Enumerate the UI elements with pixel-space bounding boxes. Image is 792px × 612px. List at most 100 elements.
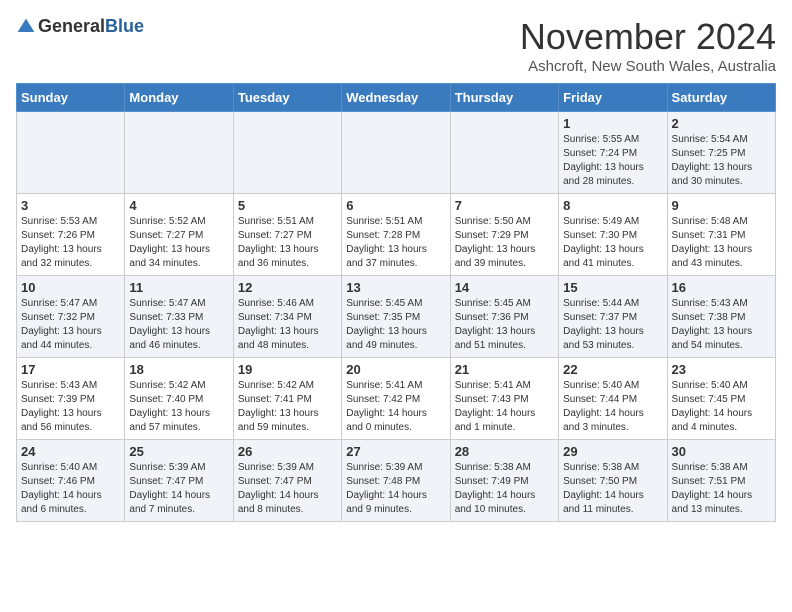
day-info: Sunrise: 5:40 AM Sunset: 7:46 PM Dayligh… xyxy=(21,461,120,517)
calendar-cell: 23Sunrise: 5:40 AM Sunset: 7:45 PM Dayli… xyxy=(667,358,775,440)
calendar-table: SundayMondayTuesdayWednesdayThursdayFrid… xyxy=(16,83,776,522)
day-info: Sunrise: 5:40 AM Sunset: 7:44 PM Dayligh… xyxy=(563,379,662,435)
calendar-week-row: 1Sunrise: 5:55 AM Sunset: 7:24 PM Daylig… xyxy=(17,112,776,194)
day-number: 22 xyxy=(563,362,662,377)
calendar-week-row: 17 Sunrise: 5:43 AM Sunset: 7:39 PM Dayli… xyxy=(17,358,776,440)
calendar-cell: 3 Sunrise: 5:53 AM Sunset: 7:26 PM Daylig… xyxy=(17,194,125,276)
day-info: Sunrise: 5:47 AM Sunset: 7:33 PM Dayligh… xyxy=(129,297,228,353)
logo: GeneralBlue xyxy=(16,16,144,37)
calendar-cell: 30Sunrise: 5:38 AM Sunset: 7:51 PM Dayli… xyxy=(667,440,775,522)
calendar-cell: 28 Sunrise: 5:38 AM Sunset: 7:49 PM Dayli… xyxy=(450,440,558,522)
calendar-cell: 27Sunrise: 5:39 AM Sunset: 7:48 PM Dayli… xyxy=(342,440,450,522)
day-info: Sunrise: 5:39 AM Sunset: 7:47 PM Dayligh… xyxy=(238,461,337,517)
day-number: 13 xyxy=(346,280,445,295)
day-number: 29 xyxy=(563,444,662,459)
day-number: 1 xyxy=(563,116,662,131)
day-info: Sunrise: 5:47 AM Sunset: 7:32 PM Dayligh… xyxy=(21,297,120,353)
calendar-cell: 15Sunrise: 5:44 AM Sunset: 7:37 PM Dayli… xyxy=(559,276,667,358)
calendar-cell: 29 Sunrise: 5:38 AM Sunset: 7:50 PM Dayli… xyxy=(559,440,667,522)
calendar-cell: 13 Sunrise: 5:45 AM Sunset: 7:35 PM Dayli… xyxy=(342,276,450,358)
calendar-cell xyxy=(450,112,558,194)
calendar-cell: 26 Sunrise: 5:39 AM Sunset: 7:47 PM Dayli… xyxy=(233,440,341,522)
day-info: Sunrise: 5:38 AM Sunset: 7:50 PM Dayligh… xyxy=(563,461,662,517)
calendar-cell: 22 Sunrise: 5:40 AM Sunset: 7:44 PM Dayli… xyxy=(559,358,667,440)
day-info: Sunrise: 5:39 AM Sunset: 7:47 PM Dayligh… xyxy=(129,461,228,517)
calendar-cell: 24Sunrise: 5:40 AM Sunset: 7:46 PM Dayli… xyxy=(17,440,125,522)
day-info: Sunrise: 5:53 AM Sunset: 7:26 PM Dayligh… xyxy=(21,215,120,271)
day-number: 11 xyxy=(129,280,228,295)
day-number: 25 xyxy=(129,444,228,459)
day-info: Sunrise: 5:43 AM Sunset: 7:38 PM Dayligh… xyxy=(672,297,771,353)
day-info: Sunrise: 5:39 AM Sunset: 7:48 PM Dayligh… xyxy=(346,461,445,517)
day-number: 26 xyxy=(238,444,337,459)
day-number: 23 xyxy=(672,362,771,377)
calendar-cell: 8 Sunrise: 5:49 AM Sunset: 7:30 PM Daylig… xyxy=(559,194,667,276)
calendar-cell: 21Sunrise: 5:41 AM Sunset: 7:43 PM Dayli… xyxy=(450,358,558,440)
weekday-header: Tuesday xyxy=(233,84,341,112)
day-info: Sunrise: 5:45 AM Sunset: 7:36 PM Dayligh… xyxy=(455,297,554,353)
day-info: Sunrise: 5:44 AM Sunset: 7:37 PM Dayligh… xyxy=(563,297,662,353)
day-info: Sunrise: 5:50 AM Sunset: 7:29 PM Dayligh… xyxy=(455,215,554,271)
day-number: 19 xyxy=(238,362,337,377)
day-number: 9 xyxy=(672,198,771,213)
day-info: Sunrise: 5:48 AM Sunset: 7:31 PM Dayligh… xyxy=(672,215,771,271)
weekday-header: Saturday xyxy=(667,84,775,112)
day-info: Sunrise: 5:51 AM Sunset: 7:27 PM Dayligh… xyxy=(238,215,337,271)
calendar-cell: 6 Sunrise: 5:51 AM Sunset: 7:28 PM Daylig… xyxy=(342,194,450,276)
day-number: 17 xyxy=(21,362,120,377)
calendar-cell xyxy=(125,112,233,194)
calendar-cell: 2 Sunrise: 5:54 AM Sunset: 7:25 PM Daylig… xyxy=(667,112,775,194)
day-info: Sunrise: 5:42 AM Sunset: 7:41 PM Dayligh… xyxy=(238,379,337,435)
calendar-cell: 16Sunrise: 5:43 AM Sunset: 7:38 PM Dayli… xyxy=(667,276,775,358)
day-info: Sunrise: 5:45 AM Sunset: 7:35 PM Dayligh… xyxy=(346,297,445,353)
calendar-cell: 4 Sunrise: 5:52 AM Sunset: 7:27 PM Daylig… xyxy=(125,194,233,276)
day-info: Sunrise: 5:52 AM Sunset: 7:27 PM Dayligh… xyxy=(129,215,228,271)
day-number: 2 xyxy=(672,116,771,131)
day-number: 6 xyxy=(346,198,445,213)
weekday-header: Thursday xyxy=(450,84,558,112)
weekday-header: Wednesday xyxy=(342,84,450,112)
weekday-header: Monday xyxy=(125,84,233,112)
day-number: 3 xyxy=(21,198,120,213)
calendar-week-row: 24Sunrise: 5:40 AM Sunset: 7:46 PM Dayli… xyxy=(17,440,776,522)
day-info: Sunrise: 5:46 AM Sunset: 7:34 PM Dayligh… xyxy=(238,297,337,353)
calendar-cell: 18Sunrise: 5:42 AM Sunset: 7:40 PM Dayli… xyxy=(125,358,233,440)
calendar-cell xyxy=(17,112,125,194)
day-number: 21 xyxy=(455,362,554,377)
day-info: Sunrise: 5:54 AM Sunset: 7:25 PM Dayligh… xyxy=(672,133,771,189)
calendar-cell xyxy=(342,112,450,194)
logo-icon xyxy=(16,17,36,37)
day-number: 10 xyxy=(21,280,120,295)
day-number: 18 xyxy=(129,362,228,377)
weekday-row: SundayMondayTuesdayWednesdayThursdayFrid… xyxy=(17,84,776,112)
logo-blue: Blue xyxy=(105,16,144,36)
calendar-cell: 12Sunrise: 5:46 AM Sunset: 7:34 PM Dayli… xyxy=(233,276,341,358)
calendar-cell: 19 Sunrise: 5:42 AM Sunset: 7:41 PM Dayli… xyxy=(233,358,341,440)
day-number: 14 xyxy=(455,280,554,295)
page-header: GeneralBlue November 2024 Ashcroft, New … xyxy=(16,16,776,75)
day-number: 8 xyxy=(563,198,662,213)
day-number: 5 xyxy=(238,198,337,213)
calendar-week-row: 3 Sunrise: 5:53 AM Sunset: 7:26 PM Daylig… xyxy=(17,194,776,276)
day-info: Sunrise: 5:49 AM Sunset: 7:30 PM Dayligh… xyxy=(563,215,662,271)
calendar-cell: 1Sunrise: 5:55 AM Sunset: 7:24 PM Daylig… xyxy=(559,112,667,194)
day-info: Sunrise: 5:43 AM Sunset: 7:39 PM Dayligh… xyxy=(21,379,120,435)
calendar-cell: 25 Sunrise: 5:39 AM Sunset: 7:47 PM Dayli… xyxy=(125,440,233,522)
location-title: Ashcroft, New South Wales, Australia xyxy=(520,58,776,75)
calendar-cell: 5 Sunrise: 5:51 AM Sunset: 7:27 PM Daylig… xyxy=(233,194,341,276)
day-info: Sunrise: 5:38 AM Sunset: 7:51 PM Dayligh… xyxy=(672,461,771,517)
calendar-cell: 14 Sunrise: 5:45 AM Sunset: 7:36 PM Dayli… xyxy=(450,276,558,358)
day-number: 4 xyxy=(129,198,228,213)
day-info: Sunrise: 5:38 AM Sunset: 7:49 PM Dayligh… xyxy=(455,461,554,517)
calendar-cell: 20Sunrise: 5:41 AM Sunset: 7:42 PM Dayli… xyxy=(342,358,450,440)
calendar-week-row: 10 Sunrise: 5:47 AM Sunset: 7:32 PM Dayli… xyxy=(17,276,776,358)
weekday-header: Sunday xyxy=(17,84,125,112)
calendar-cell: 11 Sunrise: 5:47 AM Sunset: 7:33 PM Dayli… xyxy=(125,276,233,358)
calendar-cell xyxy=(233,112,341,194)
day-number: 28 xyxy=(455,444,554,459)
day-number: 20 xyxy=(346,362,445,377)
weekday-header: Friday xyxy=(559,84,667,112)
calendar-cell: 10 Sunrise: 5:47 AM Sunset: 7:32 PM Dayli… xyxy=(17,276,125,358)
calendar-cell: 9 Sunrise: 5:48 AM Sunset: 7:31 PM Daylig… xyxy=(667,194,775,276)
day-info: Sunrise: 5:51 AM Sunset: 7:28 PM Dayligh… xyxy=(346,215,445,271)
